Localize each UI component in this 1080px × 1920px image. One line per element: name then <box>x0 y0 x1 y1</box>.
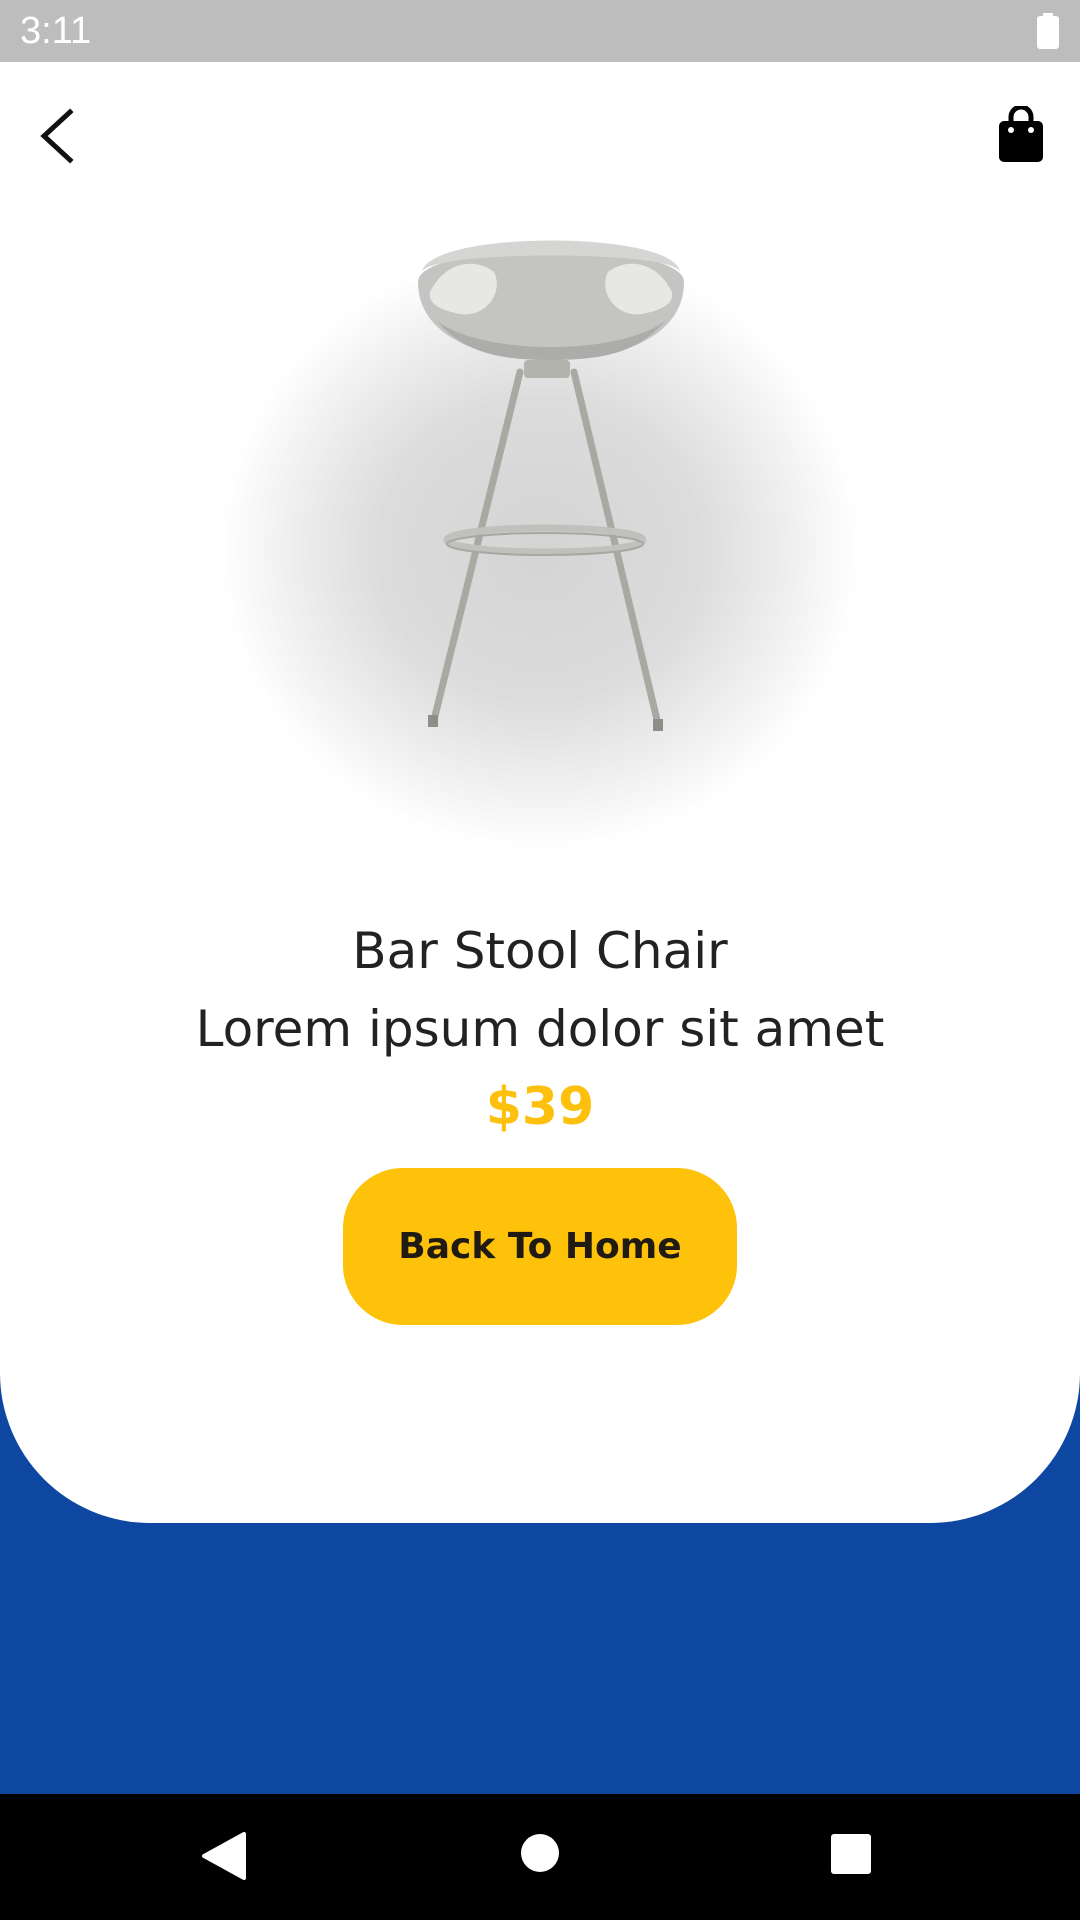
square-recents-icon <box>831 1834 871 1874</box>
product-description: Lorem ipsum dolor sit amet <box>195 1000 885 1058</box>
cart-button[interactable] <box>996 104 1046 164</box>
triangle-back-icon <box>202 1832 246 1880</box>
product-title: Bar Stool Chair <box>352 922 728 980</box>
product-detail-screen: 3:11 Bar Stool Chair Lorem ipsum dolor s… <box>0 0 1080 1920</box>
chevron-left-icon <box>40 108 74 164</box>
nav-home-button[interactable] <box>520 1833 560 1873</box>
system-nav-bar <box>0 1794 1080 1920</box>
bar-stool-chair-image <box>190 200 890 860</box>
shopping-bag-icon <box>999 104 1043 162</box>
nav-back-button[interactable] <box>200 1830 248 1882</box>
battery-full-icon <box>1036 13 1060 49</box>
circle-home-icon <box>521 1834 559 1872</box>
back-to-home-button[interactable]: Back To Home <box>343 1168 737 1325</box>
status-bar: 3:11 <box>0 0 1080 62</box>
product-price: $39 <box>485 1077 595 1137</box>
status-time: 3:11 <box>20 10 92 52</box>
back-button[interactable] <box>26 100 90 170</box>
nav-recents-button[interactable] <box>830 1833 872 1875</box>
